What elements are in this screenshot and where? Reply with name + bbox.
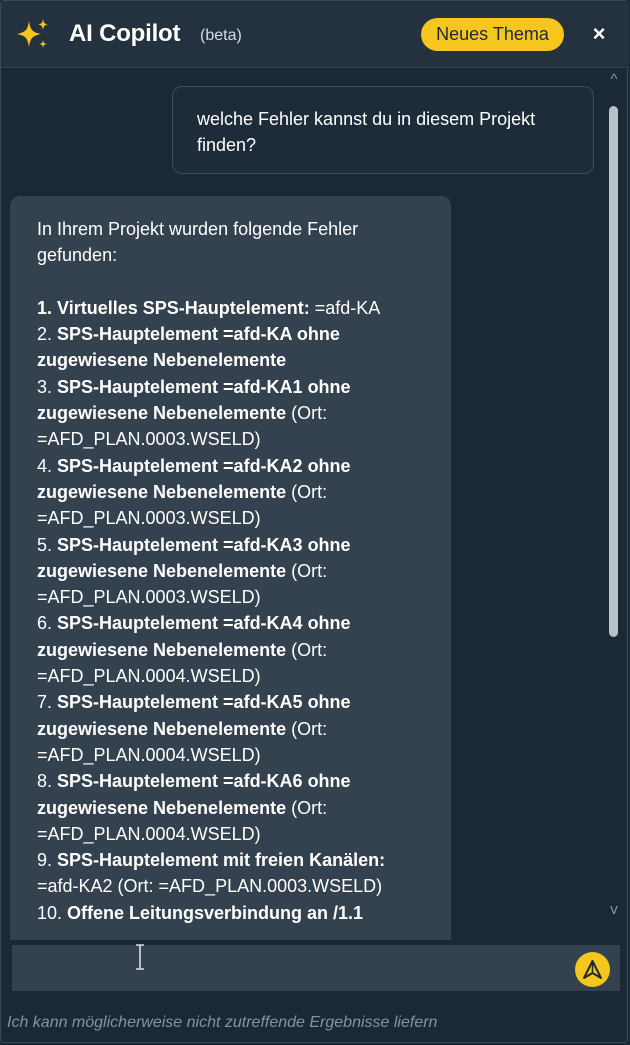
text-segment: =AFD_PLAN.0004.WSELD) xyxy=(37,744,261,765)
chat-area[interactable]: welche Fehler kannst du in diesem Projek… xyxy=(1,68,628,940)
message-input[interactable] xyxy=(12,945,562,991)
new-topic-button[interactable]: Neues Thema xyxy=(421,18,564,51)
bold-segment: SPS-Hauptelement mit freien Kanälen: xyxy=(57,850,386,871)
bold-segment: zugewiesene Nebenelemente xyxy=(37,481,287,502)
text-segment: (Ort: xyxy=(286,797,328,818)
bold-segment: zugewiesene Nebenelemente xyxy=(37,403,287,424)
error-list-line: =AFD_PLAN.0003.WSELD) xyxy=(37,584,425,610)
text-segment: (Ort: xyxy=(286,403,328,424)
assistant-intro-line: gefunden: xyxy=(37,245,118,266)
error-list-line: zugewiesene Nebenelemente xyxy=(37,347,425,373)
error-list-line: zugewiesene Nebenelemente (Ort: xyxy=(37,795,425,821)
text-segment: 8. xyxy=(37,771,58,792)
bold-segment: 1. xyxy=(37,297,58,318)
assistant-message: In Ihrem Projekt wurden folgende Fehler … xyxy=(10,196,451,940)
header: AI Copilot (beta) Neues Thema × xyxy=(1,1,629,68)
error-list-line: 3. SPS-Hauptelement =afd-KA1 ohne xyxy=(37,374,425,400)
beta-label: (beta) xyxy=(200,27,242,44)
assistant-intro-line: In Ihrem Projekt wurden folgende Fehler xyxy=(37,219,359,239)
close-icon[interactable]: × xyxy=(589,23,609,45)
bold-segment: SPS-Hauptelement =afd-KA ohne xyxy=(57,324,340,345)
assistant-spacer xyxy=(37,269,425,295)
text-segment: 4. xyxy=(37,455,58,476)
error-list-line: 7. SPS-Hauptelement =afd-KA5 ohne xyxy=(37,689,425,715)
send-icon xyxy=(583,960,602,979)
error-list-line: 9. SPS-Hauptelement mit freien Kanälen: xyxy=(37,847,425,873)
text-segment: 10. xyxy=(37,902,68,923)
error-list-line: =AFD_PLAN.0004.WSELD) xyxy=(37,821,425,847)
bold-segment: zugewiesene Nebenelemente xyxy=(37,560,287,581)
error-list-line: =AFD_PLAN.0003.WSELD) xyxy=(37,426,425,452)
text-segment: (Ort: xyxy=(286,639,328,660)
text-segment: =afd-KA xyxy=(309,297,381,318)
text-segment: =AFD_PLAN.0004.WSELD) xyxy=(37,666,261,687)
bold-segment: SPS-Hauptelement =afd-KA1 ohne xyxy=(57,376,351,397)
bold-segment: SPS-Hauptelement =afd-KA6 ohne xyxy=(57,771,351,792)
bold-segment: SPS-Hauptelement =afd-KA5 ohne xyxy=(57,692,351,713)
error-list-line: zugewiesene Nebenelemente (Ort: xyxy=(37,479,425,505)
text-segment: 2. xyxy=(37,324,58,345)
bold-segment: SPS-Hauptelement =afd-KA2 ohne xyxy=(57,455,351,476)
text-segment: =AFD_PLAN.0003.WSELD) xyxy=(37,587,261,608)
disclaimer-text: Ich kann möglicherweise nicht zutreffend… xyxy=(7,1014,438,1031)
text-segment: (Ort: xyxy=(286,560,328,581)
text-segment: =afd-KA2 (Ort: =AFD_PLAN.0003.WSELD) xyxy=(37,876,383,897)
bold-segment: zugewiesene Nebenelemente xyxy=(37,718,287,739)
error-list-line: 1. Virtuelles SPS-Hauptelement: =afd-KA xyxy=(37,295,425,321)
error-list-line: =afd-KA2 (Ort: =AFD_PLAN.0003.WSELD) xyxy=(37,873,425,899)
scroll-up-icon[interactable]: ^ xyxy=(605,72,623,88)
text-segment: =AFD_PLAN.0004.WSELD) xyxy=(37,823,261,844)
error-list-line: zugewiesene Nebenelemente (Ort: xyxy=(37,400,425,426)
error-list-line: =AFD_PLAN.0004.WSELD) xyxy=(37,742,425,768)
error-list-line: zugewiesene Nebenelemente (Ort: xyxy=(37,558,425,584)
bold-segment: Offene Leitungsverbindung an /1.1 xyxy=(67,902,364,923)
send-button[interactable] xyxy=(575,952,610,987)
error-list-line: 4. SPS-Hauptelement =afd-KA2 ohne xyxy=(37,453,425,479)
scroll-down-icon[interactable]: v xyxy=(605,902,623,918)
error-list-line: zugewiesene Nebenelemente (Ort: xyxy=(37,716,425,742)
bold-segment: zugewiesene Nebenelemente xyxy=(37,639,287,660)
error-list-line: 6. SPS-Hauptelement =afd-KA4 ohne xyxy=(37,610,425,636)
bold-segment: zugewiesene Nebenelemente xyxy=(37,797,287,818)
app-title: AI Copilot xyxy=(69,20,181,47)
text-segment: 5. xyxy=(37,534,58,555)
text-segment: =AFD_PLAN.0003.WSELD) xyxy=(37,429,261,450)
text-cursor-icon xyxy=(136,944,144,970)
error-list: 1. Virtuelles SPS-Hauptelement: =afd-KA 2… xyxy=(37,295,425,926)
text-segment: 6. xyxy=(37,613,58,634)
scrollbar-thumb[interactable] xyxy=(609,106,618,637)
error-list-line: =AFD_PLAN.0003.WSELD) xyxy=(37,505,425,531)
error-list-line: 2. SPS-Hauptelement =afd-KA ohne xyxy=(37,321,425,347)
bold-segment: SPS-Hauptelement =afd-KA4 ohne xyxy=(57,613,351,634)
error-list-line: zugewiesene Nebenelemente (Ort: xyxy=(37,637,425,663)
error-list-line: =AFD_PLAN.0004.WSELD) xyxy=(37,663,425,689)
text-segment: 7. xyxy=(37,692,58,713)
bold-segment: zugewiesene Nebenelemente xyxy=(37,350,287,371)
sparkle-icon xyxy=(17,19,48,48)
bold-segment: Virtuelles SPS-Hauptelement: xyxy=(57,297,310,318)
text-segment: =AFD_PLAN.0003.WSELD) xyxy=(37,508,261,529)
bold-segment: SPS-Hauptelement =afd-KA3 ohne xyxy=(57,534,351,555)
error-list-line: 10. Offene Leitungsverbindung an /1.1 xyxy=(37,900,425,926)
user-message: welche Fehler kannst du in diesem Projek… xyxy=(172,86,594,174)
error-list-line: 8. SPS-Hauptelement =afd-KA6 ohne xyxy=(37,768,425,794)
text-segment: (Ort: xyxy=(286,481,328,502)
text-segment: 9. xyxy=(37,850,58,871)
text-segment: (Ort: xyxy=(286,718,328,739)
error-list-line: 5. SPS-Hauptelement =afd-KA3 ohne xyxy=(37,532,425,558)
text-segment: 3. xyxy=(37,376,58,397)
